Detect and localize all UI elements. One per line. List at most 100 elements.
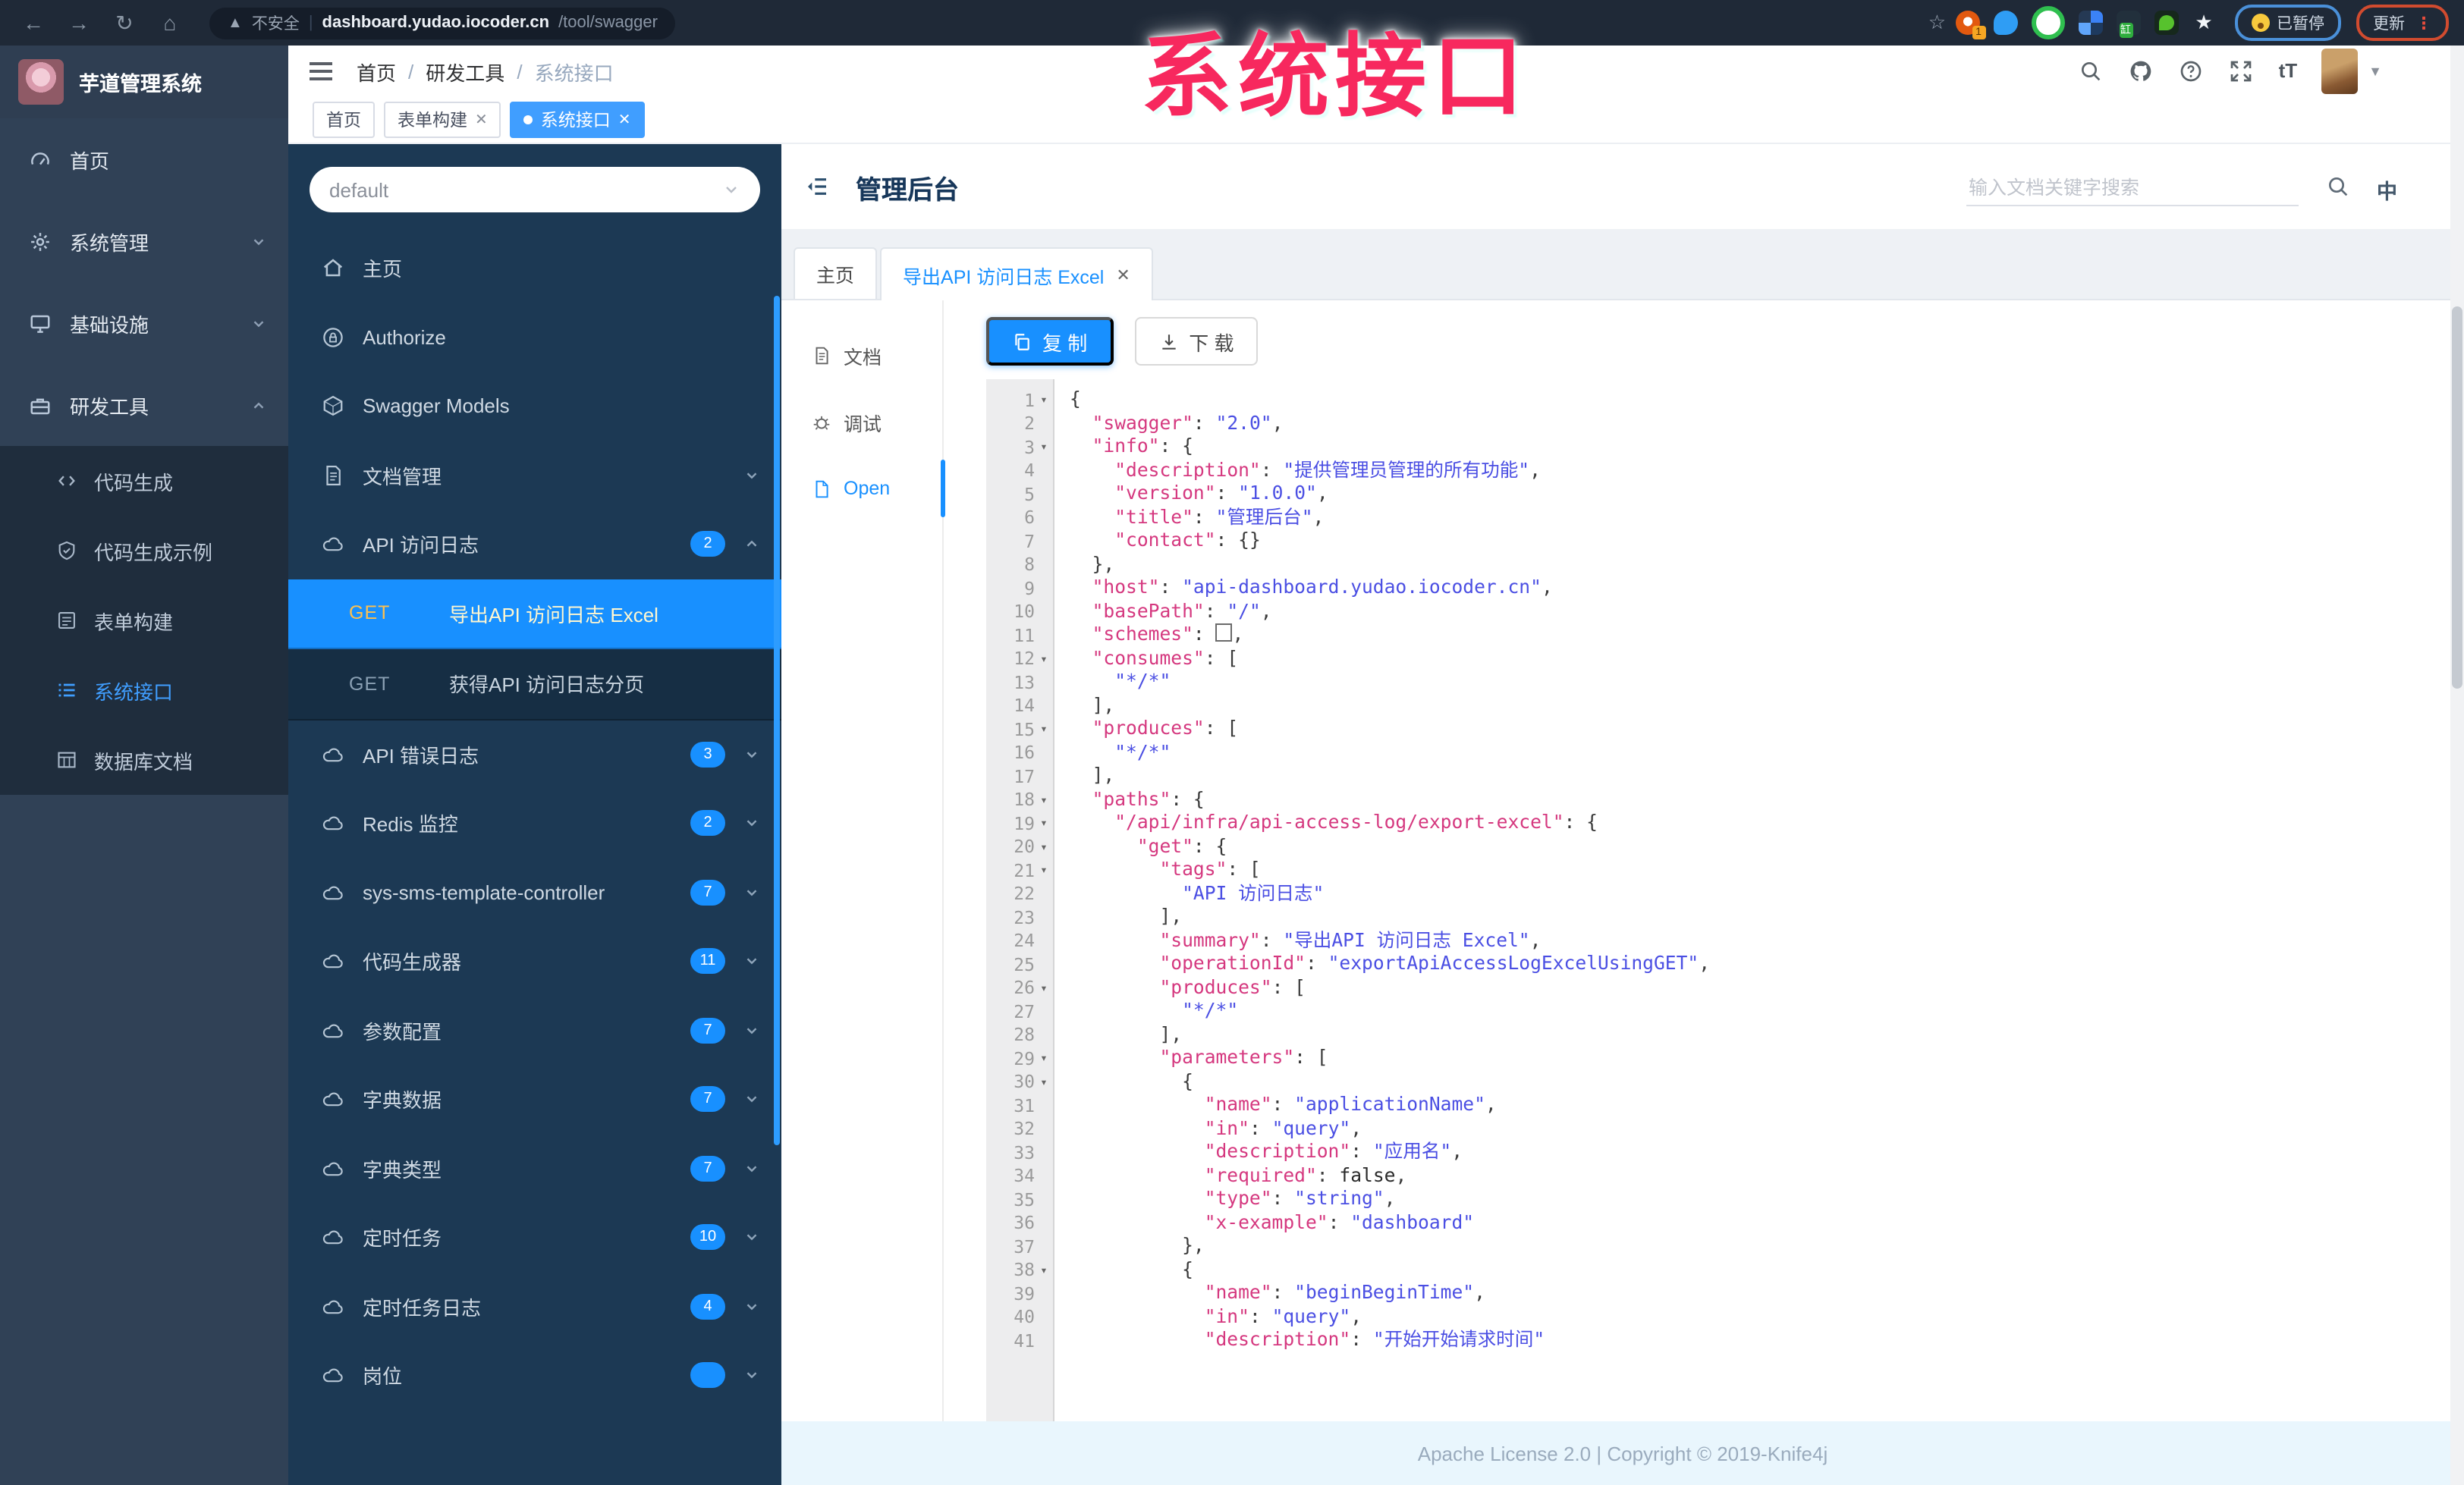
sidebar-item[interactable]: 系统管理	[0, 200, 288, 282]
chevdown-icon	[743, 1022, 760, 1039]
api-group-item[interactable]: 字典数据 7	[288, 1065, 781, 1134]
page-scrollbar[interactable]	[2450, 46, 2464, 1485]
breadcrumb-item[interactable]: 首页	[357, 57, 396, 86]
hamburger-icon[interactable]	[310, 62, 332, 80]
extension-icon[interactable]	[2078, 11, 2102, 35]
chevdown-icon	[743, 746, 760, 763]
line-number: 36	[1014, 1212, 1035, 1234]
paused-pill[interactable]: 已暂停	[2234, 5, 2341, 41]
sidebar-subitem[interactable]: 表单构建	[0, 586, 288, 655]
reload-icon[interactable]: ↻	[106, 10, 143, 36]
close-icon[interactable]: ✕	[1116, 265, 1130, 284]
back-icon[interactable]: ←	[15, 11, 52, 35]
api-group-item[interactable]: 字典类型 7	[288, 1134, 781, 1203]
line-number: 19 ▾	[1014, 812, 1048, 834]
extension-icon[interactable]	[1993, 11, 2017, 35]
code-lines: { "swagger": "2.0", "info": { "descripti…	[1054, 379, 2464, 1421]
api-group-item[interactable]: 文档管理	[288, 441, 781, 510]
swagger-menu-item[interactable]: 主页	[288, 234, 781, 303]
api-group-item[interactable]: API 错误日志 3	[288, 720, 781, 789]
doc-tab[interactable]: 主页	[794, 247, 878, 299]
font-size-icon[interactable]: tT	[2279, 59, 2298, 83]
api-group-item[interactable]: 定时任务日志 4	[288, 1272, 781, 1341]
api-group-item[interactable]: Redis 监控 2	[288, 789, 781, 858]
view-tag[interactable]: 表单构建 ✕	[384, 102, 501, 138]
cloud-icon	[322, 1088, 344, 1111]
code-line: "/api/infra/api-access-log/export-excel"…	[1114, 812, 1598, 833]
view-tag[interactable]: 首页	[313, 102, 375, 138]
collapse-menu-icon[interactable]	[803, 174, 831, 199]
sidebar-subitem[interactable]: 系统接口	[0, 655, 288, 725]
line-number: 6	[1024, 507, 1035, 529]
browser-menu-icon[interactable]: ⋮	[2415, 13, 2432, 33]
update-pill[interactable]: 更新 ⋮	[2356, 5, 2449, 41]
extension-icon[interactable]	[2031, 6, 2064, 39]
line-number: 21 ▾	[1014, 859, 1048, 881]
breadcrumb-item[interactable]: 研发工具	[426, 57, 504, 86]
line-number: 38 ▾	[1014, 1259, 1048, 1281]
api-group-item[interactable]: sys-sms-template-controller 7	[288, 858, 781, 927]
user-caret-icon[interactable]: ▼	[2368, 64, 2382, 79]
extension-icon[interactable]	[2154, 11, 2178, 35]
swagger-menu-item[interactable]: Authorize	[288, 303, 781, 372]
count-badge: 7	[690, 879, 725, 906]
user-avatar[interactable]	[2321, 49, 2359, 94]
doc-side-tab[interactable]: Open	[781, 455, 942, 522]
code-line: "paths": {	[1092, 788, 1205, 809]
api-endpoint-item[interactable]: GET 获得API 访问日志分页	[288, 649, 781, 720]
api-group-item[interactable]: 参数配置 7	[288, 996, 781, 1065]
forward-icon[interactable]: →	[61, 11, 97, 35]
api-endpoint-item[interactable]: GET 导出API 访问日志 Excel	[288, 579, 781, 649]
sidebar-subitem[interactable]: 数据库文档	[0, 725, 288, 795]
count-badge: 4	[690, 1293, 725, 1320]
home-icon[interactable]: ⌂	[152, 11, 188, 35]
close-icon[interactable]: ✕	[618, 111, 631, 128]
count-badge: 7	[690, 1155, 725, 1182]
extension-icon[interactable]: ★	[2192, 11, 2216, 35]
line-number: 25	[1014, 953, 1035, 975]
api-group-item[interactable]: 岗位	[288, 1341, 781, 1410]
view-tag[interactable]: 系统接口 ✕	[510, 102, 645, 138]
infra-icon	[29, 312, 52, 334]
fullscreen-icon[interactable]	[2229, 59, 2253, 83]
api-group-item[interactable]: 定时任务 10	[288, 1203, 781, 1272]
swagger-panel: default 主页 Authorize Swagger Models 文档管理 API…	[288, 144, 781, 1485]
code-line: "name": "applicationName",	[1204, 1094, 1497, 1115]
github-icon[interactable]	[2129, 59, 2153, 83]
address-bar[interactable]: ▲ 不安全 | dashboard.yudao.iocoder.cn/tool/…	[209, 7, 676, 39]
code-editor[interactable]: 1 ▾ 2 3 ▾ 4 5 6 7 8 9 10 11 12 ▾ 13 14 15 ▾ 16 17 18 ▾ 19 ▾ 20 ▾ 21…	[986, 379, 2464, 1421]
code-line: ],	[1070, 906, 1183, 927]
line-number: 40	[1014, 1306, 1035, 1328]
doc-side-tab[interactable]: 文档	[781, 322, 942, 388]
page-scrollbar-thumb[interactable]	[2452, 306, 2462, 689]
language-icon[interactable]: 中	[2377, 174, 2397, 203]
sidebar-item[interactable]: 研发工具	[0, 364, 288, 446]
bookmark-star-icon[interactable]: ☆	[1928, 11, 1946, 35]
copy-icon	[1012, 331, 1032, 351]
sidebar-subitem[interactable]: 代码生成示例	[0, 516, 288, 586]
group-select[interactable]: default	[310, 167, 760, 212]
cloud-icon	[322, 950, 344, 973]
sidebar-subitem[interactable]: 代码生成	[0, 446, 288, 516]
code-line: "basePath": "/",	[1092, 600, 1272, 621]
help-icon[interactable]	[2179, 59, 2203, 83]
doc-tab[interactable]: 导出API 访问日志 Excel ✕	[880, 247, 1153, 300]
download-button[interactable]: 下 载	[1134, 317, 1259, 366]
line-number: 29 ▾	[1014, 1047, 1048, 1069]
doc-search-input[interactable]: 输入文档关键字搜索	[1966, 167, 2298, 206]
code-line: "*/*"	[1182, 1000, 1239, 1021]
sidebar-item[interactable]: 首页	[0, 118, 288, 200]
sidebar-logo[interactable]: 芋道管理系统	[0, 46, 288, 118]
panel-scrollbar-thumb[interactable]	[774, 296, 780, 1145]
doc-search-icon[interactable]	[2325, 174, 2349, 199]
api-group-item[interactable]: 代码生成器 11	[288, 927, 781, 996]
doc-side-tab[interactable]: 调试	[781, 388, 942, 455]
extension-icon[interactable]: 缸	[2116, 11, 2140, 38]
copy-button[interactable]: 复 制	[986, 317, 1114, 366]
sidebar-item[interactable]: 基础设施	[0, 282, 288, 364]
swagger-menu-item[interactable]: Swagger Models	[288, 372, 781, 441]
close-icon[interactable]: ✕	[475, 111, 488, 128]
extension-icon[interactable]: 1	[1955, 11, 1985, 39]
api-group-item[interactable]: API 访问日志 2	[288, 510, 781, 579]
search-icon[interactable]	[2079, 59, 2103, 83]
